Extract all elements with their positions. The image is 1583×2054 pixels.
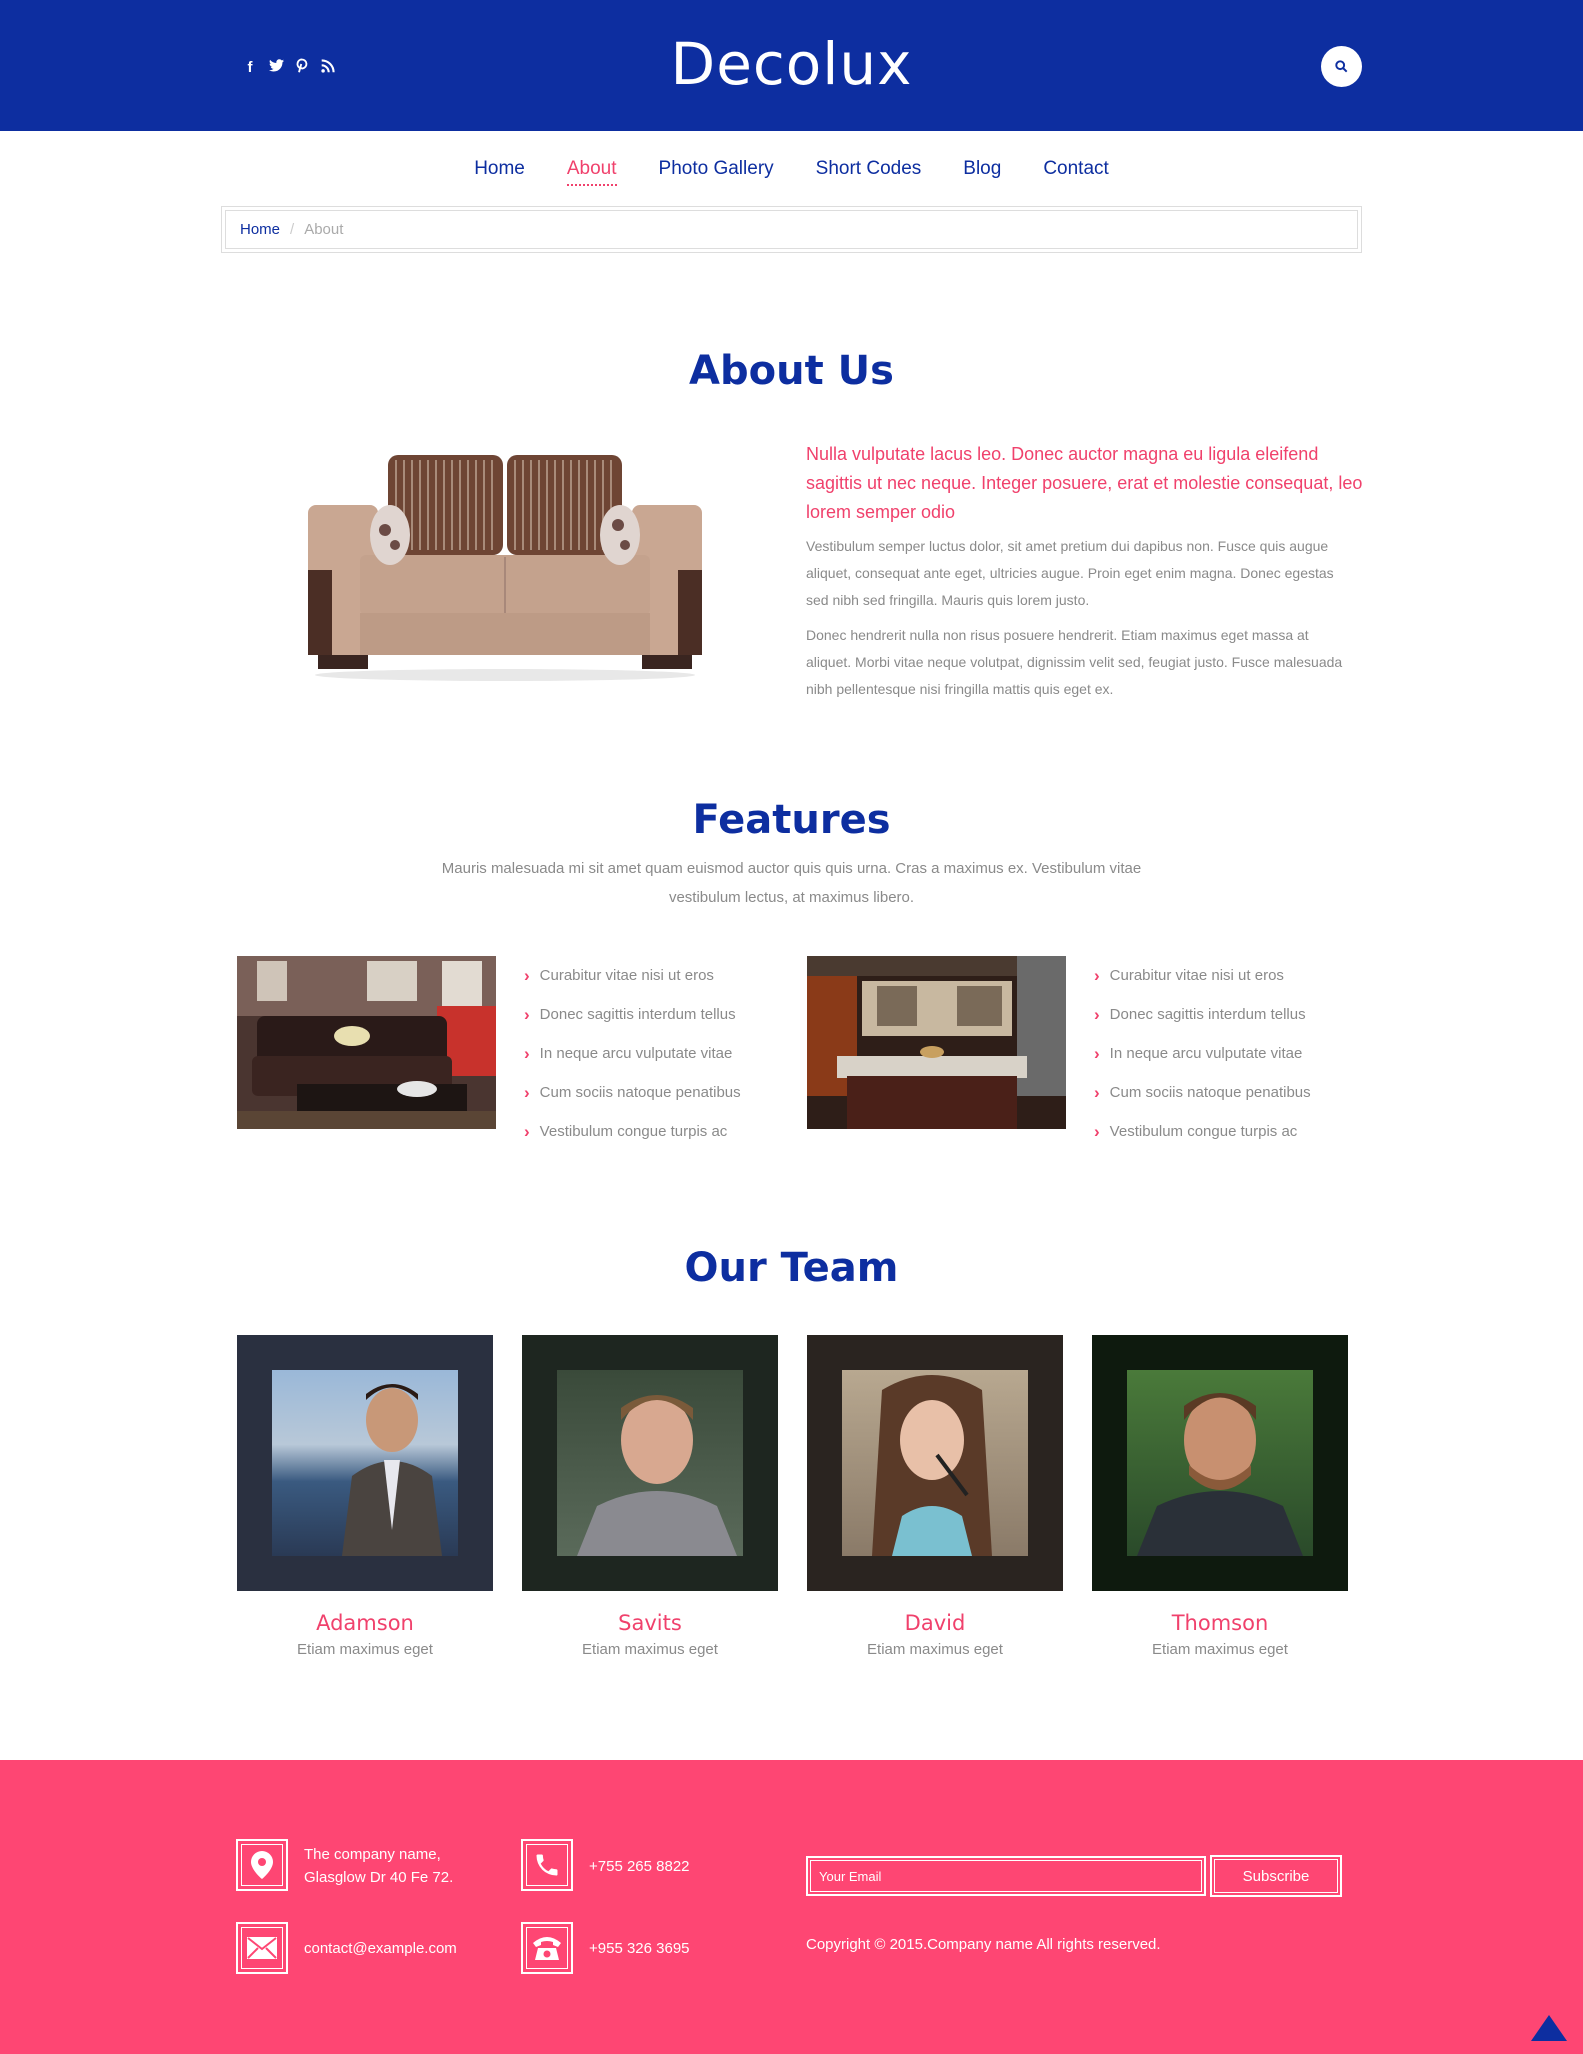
site-header: f Decolux <box>0 0 1583 131</box>
team-member-photo[interactable] <box>807 1335 1063 1591</box>
team-title: Our Team <box>684 1245 899 1291</box>
about-lead: Nulla vulputate lacus leo. Donec auctor … <box>806 444 1363 522</box>
team-member-photo[interactable] <box>522 1335 778 1591</box>
chevron-right-icon: › <box>1094 965 1100 985</box>
sofa-image <box>308 455 702 681</box>
breadcrumb-current: About <box>304 221 344 238</box>
team-member-role: Etiam maximus eget <box>582 1641 718 1658</box>
chevron-right-icon: › <box>524 1121 530 1141</box>
living-room-image <box>237 956 496 1129</box>
about-paragraph: Vestibulum semper luctus dolor, sit amet… <box>806 538 1334 608</box>
list-item: › In neque arcu vulputate vitae <box>1094 1043 1303 1063</box>
subscribe-label: Subscribe <box>1214 1859 1338 1893</box>
team-member-photo[interactable] <box>237 1335 493 1591</box>
search-button[interactable] <box>1321 46 1362 87</box>
team-member-card: Thomson Etiam maximus eget <box>1092 1335 1348 1658</box>
address-line: Glasglow Dr 40 Fe 72. <box>304 1869 454 1886</box>
list-item: › Donec sagittis interdum tellus <box>1094 1004 1306 1024</box>
about-title: About Us <box>689 348 894 394</box>
envelope-icon <box>236 1922 288 1974</box>
nav-contact[interactable]: Contact <box>1043 158 1108 186</box>
team-member-photo[interactable] <box>1092 1335 1348 1591</box>
team-member-card: Adamson Etiam maximus eget <box>237 1335 493 1658</box>
footer-phone-1[interactable]: +755 265 8822 <box>589 1855 690 1878</box>
footer-address: The company name, Glasglow Dr 40 Fe 72. <box>304 1843 453 1889</box>
list-item: › In neque arcu vulputate vitae <box>524 1043 733 1063</box>
list-item: › Cum sociis natoque penatibus <box>524 1082 741 1102</box>
main-nav: Home About Photo Gallery Short Codes Blo… <box>0 158 1583 186</box>
list-item: › Donec sagittis interdum tellus <box>524 1004 736 1024</box>
chevron-right-icon: › <box>1094 1043 1100 1063</box>
list-item: › Curabitur vitae nisi ut eros <box>524 965 714 985</box>
breadcrumb: Home / About <box>221 206 1362 253</box>
chevron-right-icon: › <box>524 965 530 985</box>
location-icon <box>236 1839 288 1891</box>
nav-blog[interactable]: Blog <box>963 158 1001 186</box>
team-member-name: Adamson <box>316 1611 414 1635</box>
team-member-card: David Etiam maximus eget <box>807 1335 1063 1658</box>
nav-about[interactable]: About <box>566 158 617 186</box>
subscribe-button[interactable]: Subscribe <box>1210 1855 1342 1897</box>
list-item: › Vestibulum congue turpis ac <box>1094 1121 1298 1141</box>
footer-email[interactable]: contact@example.com <box>304 1937 457 1960</box>
team-member-name: David <box>904 1611 966 1635</box>
breadcrumb-home[interactable]: Home <box>240 221 280 238</box>
chevron-right-icon: › <box>1094 1121 1100 1141</box>
newsletter-email-field <box>806 1856 1206 1896</box>
nav-short-codes[interactable]: Short Codes <box>816 158 922 186</box>
about-paragraph: Donec hendrerit nulla non risus posuere … <box>806 627 1343 697</box>
chevron-right-icon: › <box>1094 1004 1100 1024</box>
nav-photo-gallery[interactable]: Photo Gallery <box>659 158 774 186</box>
telephone-icon <box>521 1922 573 1974</box>
back-to-top-icon[interactable] <box>1531 2015 1567 2041</box>
features-list: › Curabitur vitae nisi ut eros › Donec sag… <box>524 956 741 1151</box>
features-title: Features <box>692 797 891 843</box>
list-item: › Vestibulum congue turpis ac <box>524 1121 728 1141</box>
phone-icon <box>521 1839 573 1891</box>
copyright-text: Copyright © 2015.Company name All rights… <box>806 1936 1161 1953</box>
list-item: › Curabitur vitae nisi ut eros <box>1094 965 1284 985</box>
email-input[interactable] <box>810 1860 1202 1892</box>
features-list: › Curabitur vitae nisi ut eros › Donec sag… <box>1094 956 1311 1151</box>
breadcrumb-separator: / <box>290 221 295 238</box>
team-member-name: Thomson <box>1171 1611 1269 1635</box>
chevron-right-icon: › <box>524 1004 530 1024</box>
team-member-card: Savits Etiam maximus eget <box>522 1335 778 1658</box>
team-member-name: Savits <box>618 1611 682 1635</box>
search-icon <box>1335 60 1348 73</box>
team-member-role: Etiam maximus eget <box>867 1641 1003 1658</box>
kitchen-image <box>807 956 1066 1129</box>
address-line: The company name, <box>304 1846 441 1863</box>
chevron-right-icon: › <box>524 1082 530 1102</box>
list-item: › Cum sociis natoque penatibus <box>1094 1082 1311 1102</box>
nav-home[interactable]: Home <box>474 158 525 186</box>
chevron-right-icon: › <box>1094 1082 1100 1102</box>
team-member-role: Etiam maximus eget <box>297 1641 433 1658</box>
team-member-role: Etiam maximus eget <box>1152 1641 1288 1658</box>
features-description: Mauris malesuada mi sit amet quam euismo… <box>441 860 1142 906</box>
footer-phone-2[interactable]: +955 326 3695 <box>589 1937 690 1960</box>
chevron-right-icon: › <box>524 1043 530 1063</box>
site-footer <box>0 1760 1583 2054</box>
